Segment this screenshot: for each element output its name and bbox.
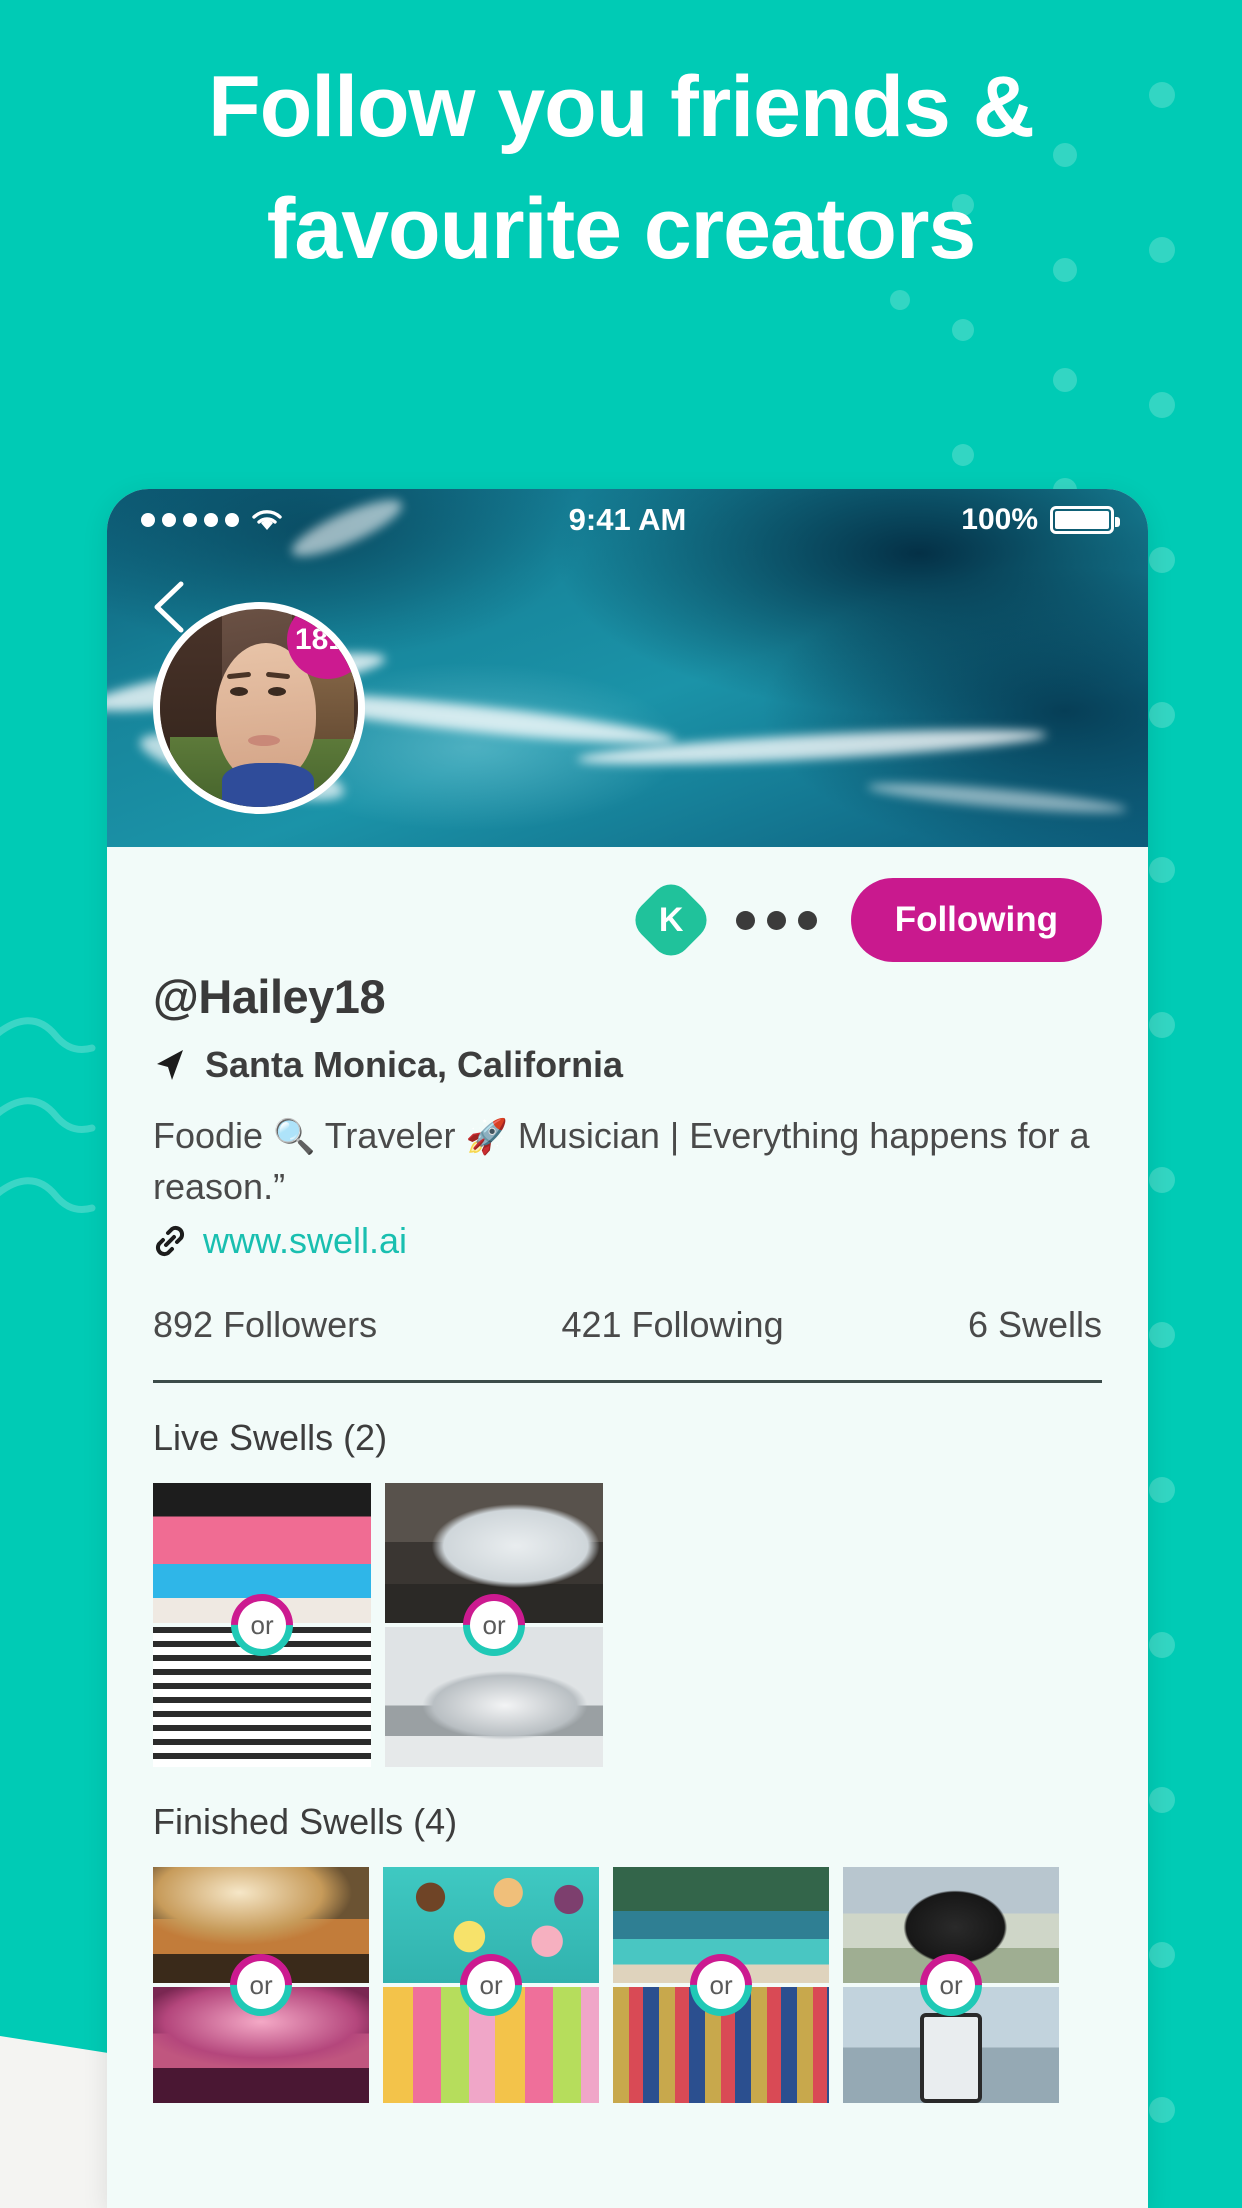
or-badge-label: or — [482, 1609, 506, 1640]
location-arrow-icon — [157, 1050, 183, 1080]
profile-section: 1811 K Following @Hailey18 Santa Monica,… — [107, 602, 1148, 1384]
profile-website-link[interactable]: www.swell.ai — [203, 1220, 407, 1262]
profile-stats: 892 Followers 421 Following 6 Swells — [153, 1304, 1102, 1384]
live-swells-row: or or — [153, 1483, 1102, 1768]
profile-bio: Foodie 🔍 Traveler 🚀 Musician | Everythin… — [153, 1110, 1102, 1212]
magnifying-glass-icon: 🔍 — [273, 1118, 316, 1156]
swell-count-badge: 1811 — [286, 609, 358, 679]
page-headline: Follow you friends & favourite creators — [0, 46, 1242, 290]
status-bar: 9:41 AM 100% — [107, 489, 1148, 551]
headline-line-1: Follow you friends & — [208, 59, 1035, 155]
swells-stat[interactable]: 6 Swells — [968, 1304, 1102, 1346]
profile-handle: @Hailey18 — [153, 970, 386, 1023]
following-button[interactable]: Following — [850, 878, 1102, 962]
brand-logo-letter: K — [658, 901, 683, 939]
swell-brand-logo-icon[interactable]: K — [626, 876, 715, 964]
or-badge-label: or — [709, 1969, 733, 2000]
profile-location-text: Santa Monica, California — [205, 1044, 624, 1085]
battery-percent: 100% — [961, 503, 1038, 536]
finished-swells-title: Finished Swells (4) — [153, 1801, 458, 1843]
live-swell-card-1[interactable]: or — [153, 1483, 371, 1768]
finished-swells-section: Finished Swells (4) or or or or — [107, 1801, 1148, 2104]
following-stat[interactable]: 421 Following — [561, 1304, 783, 1346]
finished-swell-card-1[interactable]: or — [153, 1867, 369, 2104]
battery-full-icon — [1050, 506, 1120, 534]
or-badge-label: or — [250, 1609, 274, 1640]
bio-text-2: Traveler — [315, 1115, 466, 1156]
or-badge-label: or — [939, 1969, 963, 2000]
or-badge-label: or — [249, 1969, 273, 2000]
link-chain-icon — [155, 1226, 185, 1257]
profile-link-row: www.swell.ai — [153, 1220, 1102, 1262]
live-swells-section: Live Swells (2) or or — [107, 1417, 1148, 1768]
finished-swell-card-4[interactable]: or — [843, 1867, 1059, 2104]
avatar[interactable]: 1811 — [153, 602, 365, 814]
rocket-icon: 🚀 — [465, 1118, 508, 1156]
followers-stat[interactable]: 892 Followers — [153, 1304, 377, 1346]
finished-swell-card-3[interactable]: or — [613, 1867, 829, 2104]
finished-swell-card-2[interactable]: or — [383, 1867, 599, 2104]
more-horizontal-icon[interactable] — [730, 910, 823, 930]
headline-line-2: favourite creators — [266, 181, 977, 278]
bio-text-1: Foodie — [153, 1115, 274, 1156]
finished-swells-row: or or or or — [153, 1867, 1102, 2104]
phone-mockup: 9:41 AM 100% 1811 K Following @Hailey18 … — [107, 489, 1148, 2208]
or-badge-label: or — [479, 1969, 503, 2000]
profile-location: Santa Monica, California — [153, 1044, 1102, 1086]
profile-action-row: K Following — [153, 847, 1102, 975]
live-swells-title: Live Swells (2) — [153, 1417, 388, 1459]
live-swell-card-2[interactable]: or — [385, 1483, 603, 1768]
